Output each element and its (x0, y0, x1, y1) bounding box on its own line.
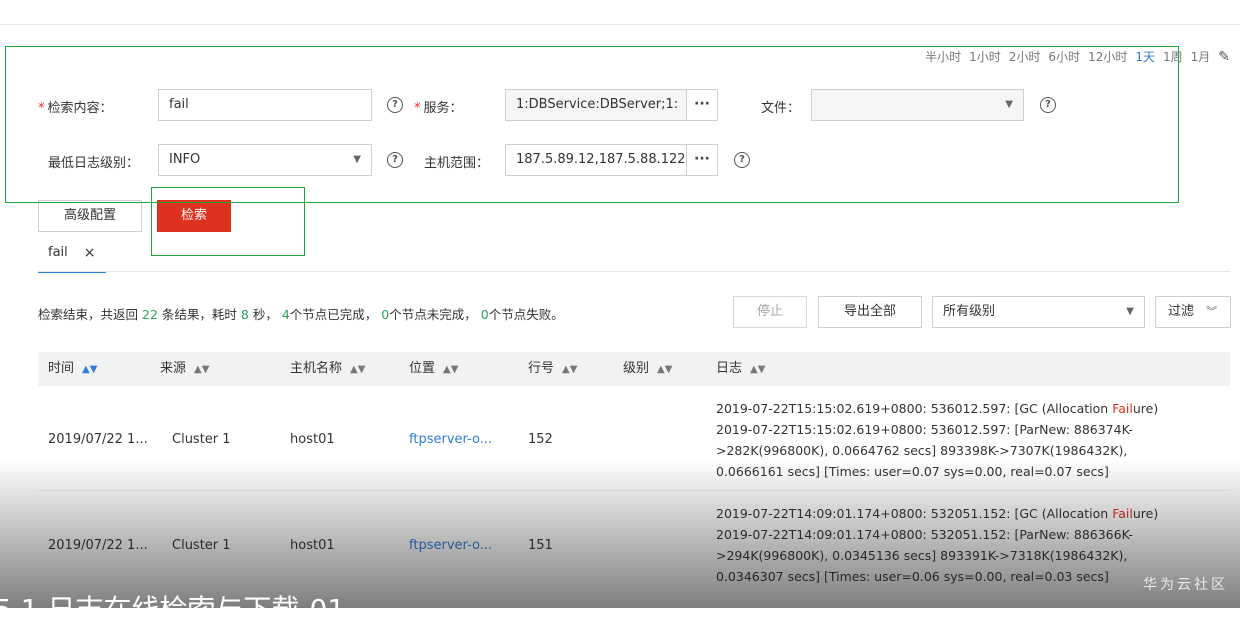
sort-icon: ▲▼ (443, 364, 459, 375)
cell-location-link[interactable]: ftpserver-o... (409, 432, 492, 447)
annotation-box (5, 46, 1179, 203)
help-icon[interactable]: ? (1040, 97, 1056, 113)
top-bar (0, 0, 1240, 25)
search-content-input[interactable]: fail (158, 89, 372, 121)
help-icon[interactable]: ? (387, 97, 403, 113)
cell-time: 2019/07/22 1... (48, 538, 148, 553)
column-header-hostname[interactable]: 主机名称 ▲▼ (290, 352, 365, 387)
time-range-option[interactable]: 半小时 (925, 48, 961, 65)
result-summary: 检索结束，共返回 22 条结果，耗时 8 秒， 4个节点已完成， 0个节点未完成… (38, 307, 564, 322)
cell-time: 2019/07/22 1... (48, 432, 148, 447)
sort-icon: ▲▼ (750, 364, 766, 375)
column-header-level[interactable]: 级别 ▲▼ (623, 352, 672, 387)
table-header: 时间 ▲▼ 来源 ▲▼ 主机名称 ▲▼ 位置 ▲▼ 行号 ▲▼ 级别 ▲▼ 日志 ▲▼ (38, 352, 1230, 386)
time-range-option[interactable]: 1周 (1163, 48, 1183, 65)
cell-host: host01 (290, 538, 335, 553)
double-chevron-down-icon: ︾ (1206, 305, 1218, 318)
sort-icon: ▲▼ (562, 364, 578, 375)
column-header-location[interactable]: 位置 ▲▼ (409, 352, 458, 387)
chevron-down-icon: ▼ (1005, 99, 1013, 110)
close-icon[interactable]: × (84, 245, 96, 271)
service-input[interactable]: 1:DBService:DBServer;1: ··· (505, 89, 718, 121)
host-range-label: 主机范围： (424, 156, 490, 171)
column-header-source[interactable]: 来源 ▲▼ (160, 352, 209, 387)
help-icon[interactable]: ? (734, 152, 750, 168)
column-header-time[interactable]: 时间 ▲▼ (48, 352, 97, 387)
tab-divider (38, 271, 1230, 272)
cell-log: 2019-07-22T15:15:02.619+0800: 536012.597… (716, 401, 1159, 479)
service-more-button[interactable]: ··· (686, 90, 717, 120)
search-content-label: * 检索内容： (38, 101, 113, 116)
watermark: 华为云社区 (1143, 577, 1228, 593)
row-divider (38, 490, 1230, 491)
time-range-option-active[interactable]: 1天 (1135, 48, 1155, 65)
time-range-option[interactable]: 1小时 (969, 48, 1001, 65)
cell-log: 2019-07-22T14:09:01.174+0800: 532051.152… (716, 506, 1159, 584)
time-range-option[interactable]: 12小时 (1088, 48, 1127, 65)
sort-icon: ▲▼ (657, 364, 673, 375)
host-range-more-button[interactable]: ··· (686, 145, 717, 175)
tab-fail[interactable]: fail × (38, 245, 106, 273)
host-range-input[interactable]: 187.5.89.12,187.5.88.122 ··· (505, 144, 718, 176)
cell-host: host01 (290, 432, 335, 447)
chevron-down-icon: ▼ (1126, 306, 1134, 317)
filter-button[interactable]: 过滤 ︾ (1155, 296, 1231, 328)
level-filter-select[interactable]: 所有级别 ▼ (932, 296, 1145, 328)
min-log-level-select[interactable]: INFO ▼ (158, 144, 372, 176)
stop-button[interactable]: 停止 (733, 296, 807, 328)
time-range-option[interactable]: 1月 (1191, 48, 1211, 65)
advanced-config-button[interactable]: 高级配置 (38, 200, 142, 232)
min-log-level-label: 最低日志级别： (48, 156, 140, 171)
cell-source: Cluster 1 (172, 538, 231, 553)
cell-source: Cluster 1 (172, 432, 231, 447)
cell-line: 152 (528, 432, 553, 447)
edit-pencil-icon[interactable]: ✎ (1218, 49, 1230, 65)
column-header-log[interactable]: 日志 ▲▼ (716, 352, 765, 387)
sort-icon: ▲▼ (194, 364, 210, 375)
service-label: * 服务： (414, 101, 463, 116)
chevron-down-icon: ▼ (353, 154, 361, 165)
time-range-option[interactable]: 2小时 (1009, 48, 1041, 65)
cell-line: 151 (528, 538, 553, 553)
cell-location-link[interactable]: ftpserver-o... (409, 538, 492, 553)
video-caption: 5.1 日志在线检索与下载-01 (0, 593, 346, 626)
file-label: 文件： (761, 101, 801, 116)
search-button[interactable]: 检索 (157, 200, 231, 232)
time-range-option[interactable]: 6小时 (1048, 48, 1080, 65)
column-header-line[interactable]: 行号 ▲▼ (528, 352, 577, 387)
tab-label: fail (48, 245, 68, 260)
help-icon[interactable]: ? (387, 152, 403, 168)
file-select[interactable]: ▼ (811, 89, 1024, 121)
sort-icon: ▲▼ (82, 364, 98, 375)
export-all-button[interactable]: 导出全部 (818, 296, 922, 328)
sort-icon: ▲▼ (350, 364, 366, 375)
time-range-selector: 半小时 1小时 2小时 6小时 12小时 1天 1周 1月 ✎ (925, 48, 1230, 65)
